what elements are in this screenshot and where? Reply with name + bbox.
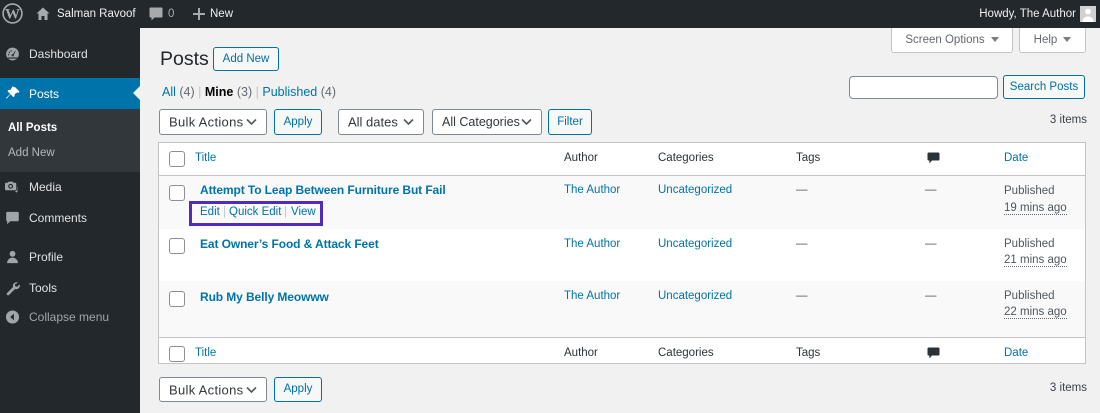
svg-text:W: W (5, 6, 20, 22)
